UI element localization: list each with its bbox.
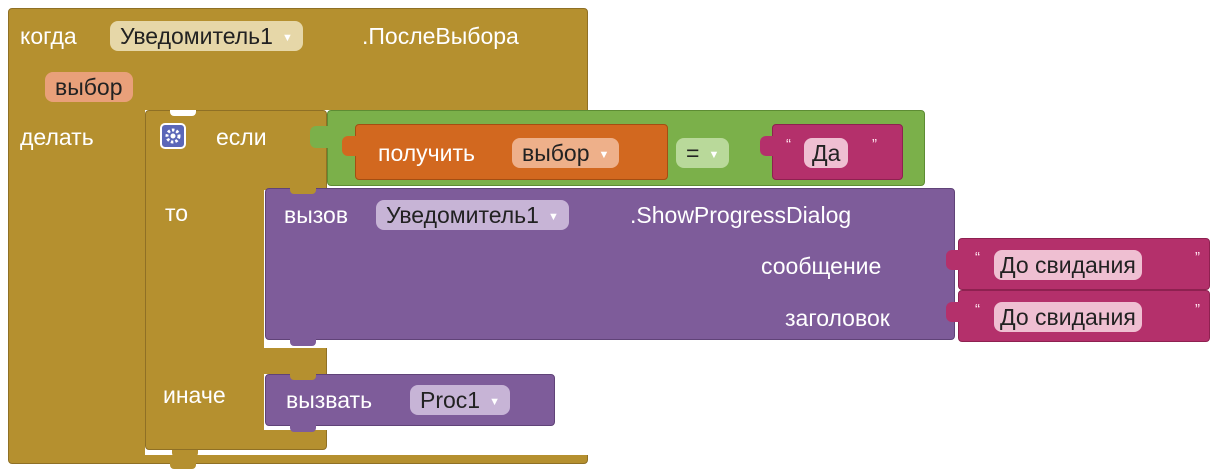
if-block-top-notch xyxy=(170,110,196,116)
title-text-value: До свидания xyxy=(1000,304,1136,330)
message-text-value: До свидания xyxy=(1000,252,1136,278)
compare-block-plug xyxy=(310,126,328,148)
event-component-label: Уведомитель1 xyxy=(120,23,273,49)
event-param-label: выбор xyxy=(55,74,123,100)
procedure-call-top-notch xyxy=(290,374,316,380)
title-text-field[interactable]: До свидания xyxy=(994,302,1142,332)
get-variable-name: выбор xyxy=(522,140,590,166)
chevron-down-icon: ▼ xyxy=(281,32,293,44)
get-label: получить xyxy=(378,140,476,166)
quote-close-icon: ” xyxy=(1195,301,1200,318)
method-name: .ShowProgressDialog xyxy=(630,202,852,228)
text-literal-value: Да xyxy=(812,140,841,166)
event-name: .ПослеВыбора xyxy=(362,23,519,49)
quote-open-icon: “ xyxy=(975,301,980,318)
event-do-label: делать xyxy=(20,124,94,150)
chevron-down-icon: ▼ xyxy=(489,396,500,408)
procedure-call-keyword: вызвать xyxy=(286,387,373,413)
method-component-label: Уведомитель1 xyxy=(386,202,539,228)
chevron-down-icon: ▼ xyxy=(547,211,559,223)
compare-operator-dropdown[interactable]: = ▼ xyxy=(676,138,730,168)
if-block-bottom-tooth xyxy=(172,450,198,457)
arg-message-label: сообщение xyxy=(761,253,882,279)
else-label: иначе xyxy=(163,382,226,408)
get-variable-plug xyxy=(342,136,356,156)
procedure-name: Proc1 xyxy=(420,387,481,413)
method-call-bottom-tooth xyxy=(290,339,316,346)
get-variable-dropdown[interactable]: выбор ▼ xyxy=(512,138,620,168)
quote-open-icon: “ xyxy=(786,136,791,153)
chevron-down-icon: ▼ xyxy=(708,149,720,161)
quote-close-icon: ” xyxy=(1195,249,1200,266)
blocks-workspace[interactable]: когда Уведомитель1 ▼ .ПослеВыбора выбор д… xyxy=(0,0,1215,469)
message-text-field[interactable]: До свидания xyxy=(994,250,1142,280)
compare-operator: = xyxy=(686,140,700,166)
quote-close-icon: ” xyxy=(872,136,877,153)
then-label: то xyxy=(165,200,189,226)
event-block-bottom-tooth xyxy=(170,462,196,469)
gear-icon xyxy=(165,128,181,144)
method-call-keyword: вызов xyxy=(284,202,349,228)
event-component-dropdown[interactable]: Уведомитель1 ▼ xyxy=(110,21,303,51)
procedure-dropdown[interactable]: Proc1 ▼ xyxy=(410,385,510,415)
title-text-plug xyxy=(946,302,960,322)
message-text-plug xyxy=(946,250,960,270)
text-literal-field[interactable]: Да xyxy=(804,138,849,168)
method-call-top-notch xyxy=(290,188,316,194)
text-literal-plug xyxy=(760,136,774,156)
mutator-gear-icon[interactable] xyxy=(160,123,186,149)
quote-open-icon: “ xyxy=(975,249,980,266)
method-component-dropdown[interactable]: Уведомитель1 ▼ xyxy=(376,200,569,230)
arg-title-label: заголовок xyxy=(785,305,890,331)
procedure-call-bottom-tooth xyxy=(290,425,316,432)
event-keyword: когда xyxy=(20,23,77,49)
if-label: если xyxy=(216,124,267,150)
event-param[interactable]: выбор xyxy=(45,72,133,102)
chevron-down-icon: ▼ xyxy=(598,149,610,161)
